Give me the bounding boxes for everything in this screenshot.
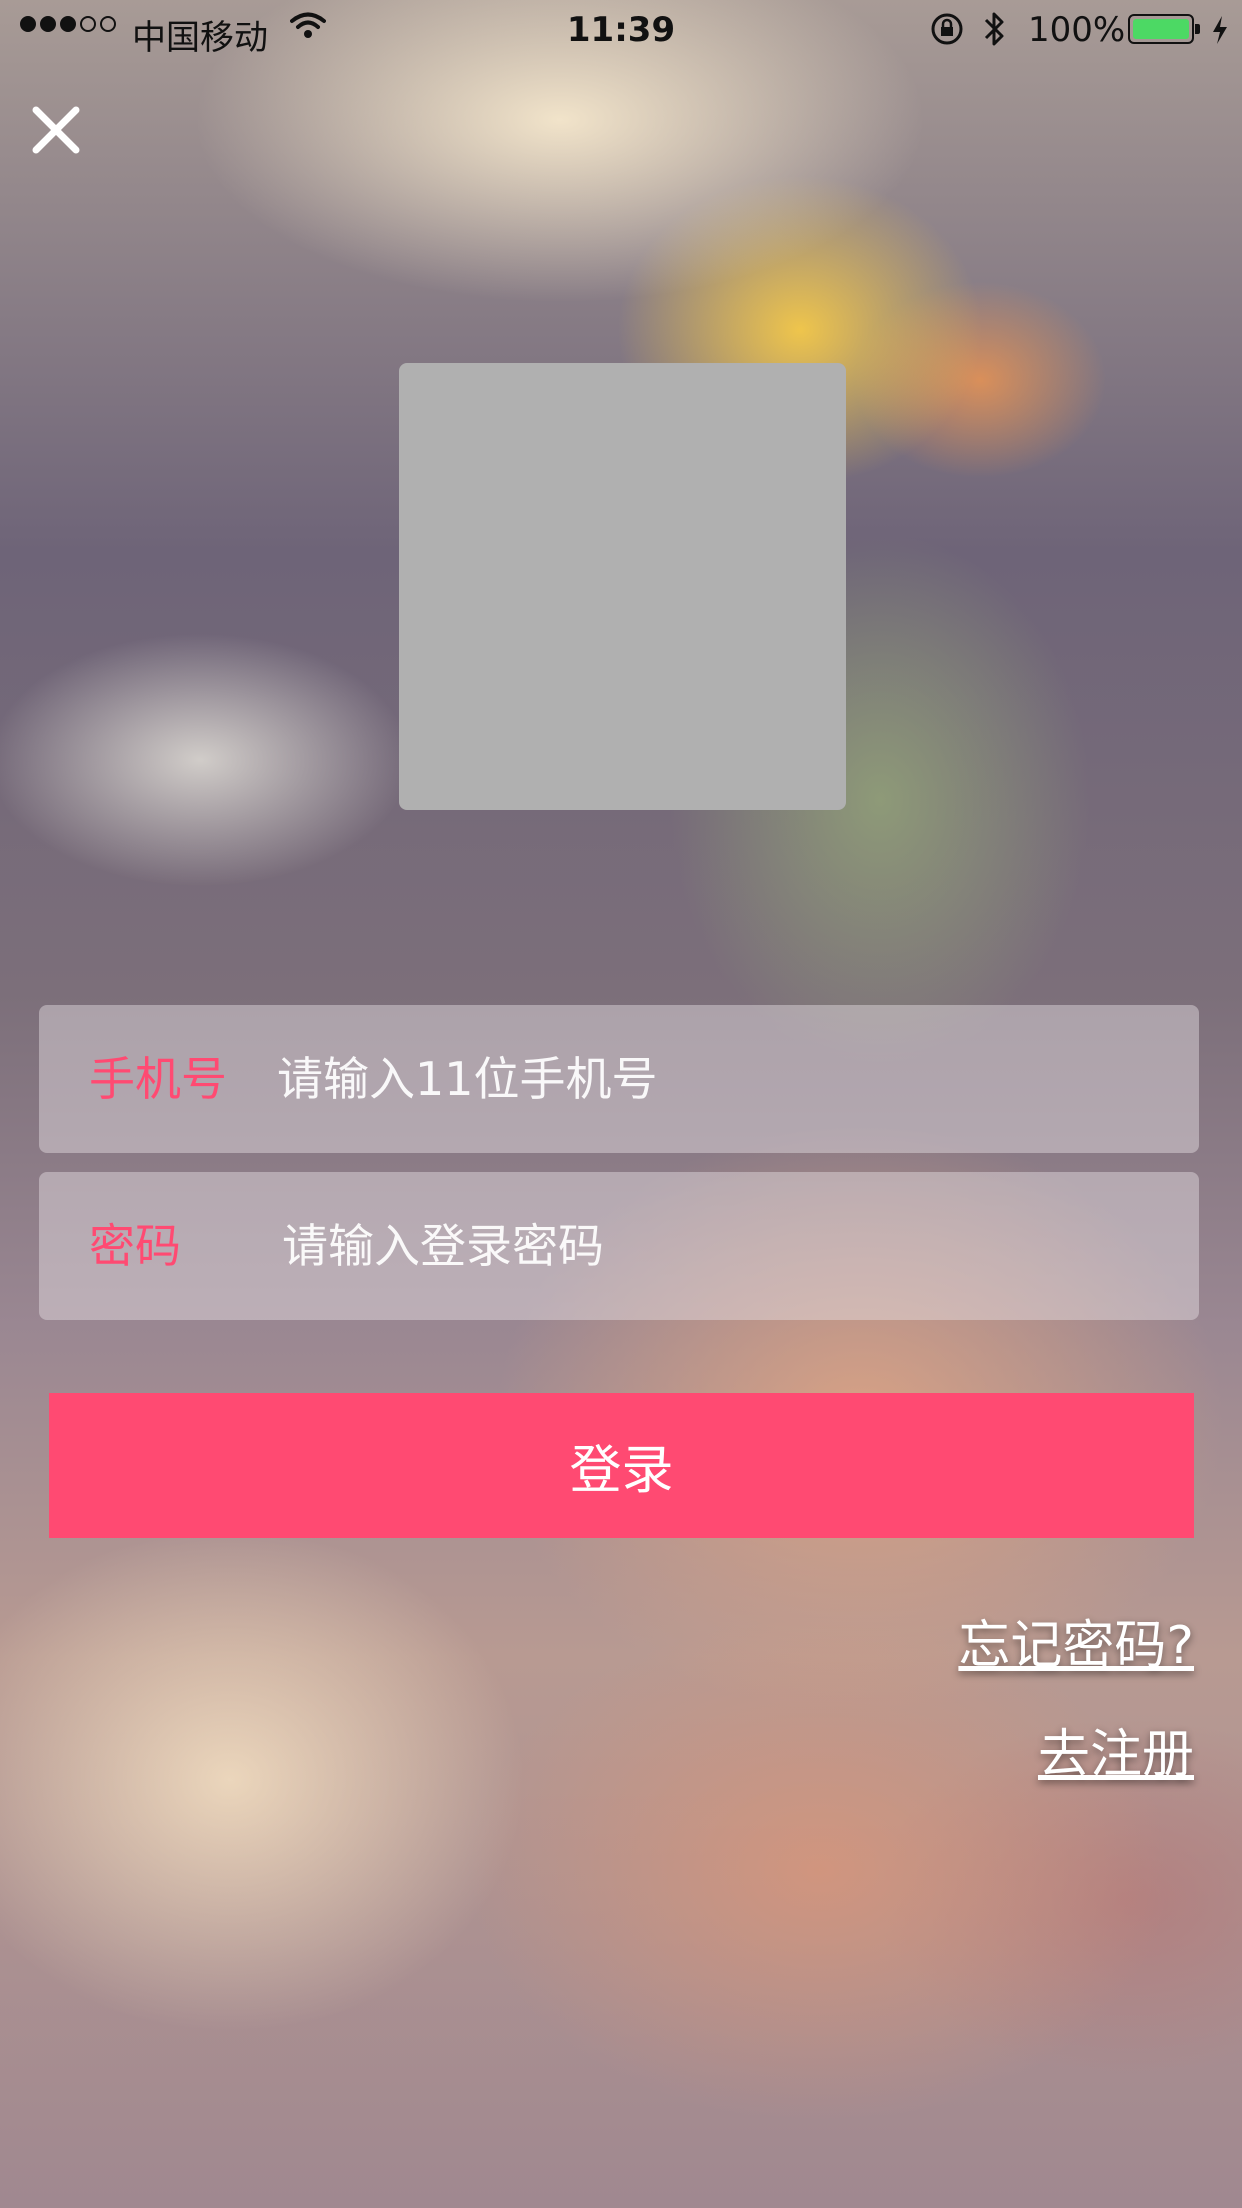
login-button[interactable]: 登录 bbox=[49, 1393, 1194, 1538]
status-bar: 中国移动 11:39 100% bbox=[0, 0, 1242, 60]
forgot-password-link[interactable]: 忘记密码? bbox=[958, 1603, 1194, 1678]
phone-input[interactable] bbox=[277, 1005, 1157, 1153]
logo-placeholder bbox=[399, 363, 846, 810]
charging-icon bbox=[1213, 16, 1227, 44]
rotation-lock-icon bbox=[931, 13, 963, 45]
password-input[interactable] bbox=[282, 1172, 1162, 1320]
bluetooth-icon bbox=[984, 12, 1004, 46]
password-field: 密码 bbox=[39, 1172, 1199, 1320]
phone-label: 手机号 bbox=[89, 1052, 227, 1106]
battery-percent: 100% bbox=[1028, 10, 1126, 50]
phone-field: 手机号 bbox=[39, 1005, 1199, 1153]
password-label: 密码 bbox=[89, 1219, 181, 1273]
close-icon[interactable] bbox=[24, 98, 88, 162]
register-link[interactable]: 去注册 bbox=[1038, 1712, 1194, 1787]
battery-icon bbox=[1128, 14, 1200, 44]
